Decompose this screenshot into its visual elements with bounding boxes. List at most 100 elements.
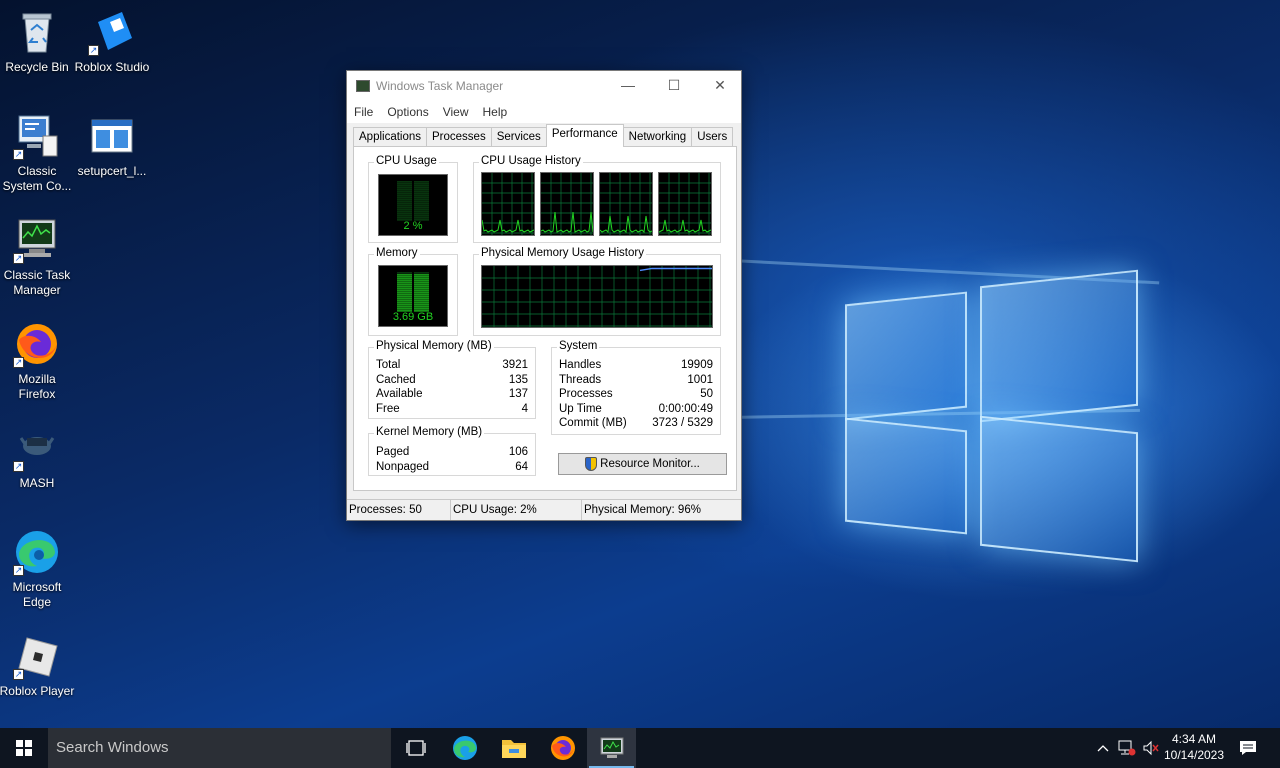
taskbar-edge-button[interactable] (440, 728, 489, 768)
performance-panel: CPU Usage 2 % CPU Usage History Memory 3… (353, 146, 737, 491)
meter-segment (397, 197, 412, 199)
stat-label: Processes (559, 388, 613, 400)
clock-date: 10/14/2023 (1163, 748, 1225, 762)
meter-segment (397, 306, 412, 308)
meter-segment (414, 292, 429, 294)
desktop-icon-firefox[interactable]: ↗ Mozilla Firefox (0, 320, 75, 402)
memory-value: 3.69 GB (392, 311, 434, 323)
stat-row-paged: Paged 106 (376, 445, 528, 460)
tab-applications[interactable]: Applications (353, 127, 428, 147)
start-button[interactable] (0, 728, 48, 768)
meter-segment (397, 207, 412, 209)
meter-segment (414, 296, 429, 298)
task-view-icon (405, 740, 426, 756)
tab-users[interactable]: Users (691, 127, 734, 147)
meter-segment (414, 211, 429, 213)
action-center-button[interactable] (1236, 728, 1260, 768)
meter-segment (414, 284, 429, 286)
task-view-button[interactable] (391, 728, 440, 768)
meter-segment (397, 300, 412, 302)
desktop-icon-label: MASH (19, 476, 55, 490)
meter-segment (397, 286, 412, 288)
menu-view[interactable]: View (443, 105, 469, 119)
taskbar: Search Windows 4:34 AM 10/14/2023 (0, 728, 1280, 768)
meter-segment (397, 294, 412, 296)
stat-value: 64 (515, 460, 528, 473)
mash-icon: ↗ (13, 424, 61, 472)
menu-options[interactable]: Options (387, 105, 428, 119)
meter-segment (414, 195, 429, 197)
meter-segment (397, 187, 412, 189)
close-button[interactable]: ✕ (697, 71, 743, 101)
desktop-icon-label: Mozilla Firefox (18, 372, 56, 401)
search-box[interactable]: Search Windows (48, 728, 391, 768)
cpu-history-graph-core-1 (481, 172, 535, 236)
desktop-icon-label: Roblox Studio (74, 60, 150, 74)
network-button[interactable] (1115, 728, 1139, 768)
desktop-icon-classic-system-control[interactable]: ↗ Classic System Co... (0, 112, 75, 194)
desktop-icon-edge[interactable]: ↗ Microsoft Edge (0, 528, 75, 610)
stat-row-uptime: Up Time 0:00:00:49 (559, 402, 713, 417)
desktop-icon-classic-task-manager[interactable]: ↗ Classic Task Manager (0, 216, 75, 298)
meter-segment (397, 211, 412, 213)
meter-segment (397, 213, 412, 215)
cpu-history-line (481, 219, 535, 233)
memory-history-group: Physical Memory Usage History (473, 247, 721, 336)
meter-segment (397, 302, 412, 304)
stat-label: Handles (559, 359, 602, 371)
taskbar-file-explorer-button[interactable] (489, 728, 538, 768)
meter-segment (397, 274, 412, 276)
stat-label: Up Time (559, 402, 602, 415)
cpu-history-graph-core-2 (540, 172, 594, 236)
notifications-icon (1240, 741, 1256, 755)
status-bar: Processes: 50 CPU Usage: 2% Physical Mem… (347, 499, 741, 520)
meter-segment (397, 288, 412, 290)
minimize-button[interactable]: — (605, 71, 651, 101)
maximize-button[interactable]: ☐ (651, 71, 697, 101)
tab-networking[interactable]: Networking (622, 127, 693, 147)
menu-help[interactable]: Help (483, 105, 508, 119)
cpu-history-group: CPU Usage History (473, 155, 721, 243)
desktop-icon-setupcert[interactable]: setupcert_l... (74, 112, 150, 179)
status-memory: Physical Memory: 96% (584, 504, 701, 516)
recycle-bin-icon (13, 8, 61, 56)
desktop-icon-recycle-bin[interactable]: Recycle Bin (0, 8, 75, 75)
meter-segment (397, 298, 412, 300)
resource-monitor-button[interactable]: Resource Monitor... (558, 453, 727, 475)
meter-segment (397, 203, 412, 205)
tab-processes[interactable]: Processes (426, 127, 492, 147)
meter-segment (397, 189, 412, 191)
task-manager-window[interactable]: Windows Task Manager — ☐ ✕ File Options … (346, 70, 742, 521)
meter-segment (397, 276, 412, 278)
meter-segment (397, 209, 412, 211)
kernel-memory-stats: Paged 106 Nonpaged 64 (376, 445, 528, 474)
meter-segment (397, 183, 412, 185)
taskbar-firefox-button[interactable] (538, 728, 587, 768)
meter-segment (414, 193, 429, 195)
menu-file[interactable]: File (354, 105, 373, 119)
tab-services[interactable]: Services (490, 127, 547, 147)
taskbar-task-manager-button[interactable] (587, 728, 636, 768)
roblox-player-icon: ↗ (13, 632, 61, 680)
stat-label: Paged (376, 446, 410, 458)
task-manager-icon (356, 80, 370, 92)
status-processes: Processes: 50 (347, 500, 451, 520)
meter-segment (397, 205, 412, 207)
desktop-icon-mash[interactable]: ↗ MASH (0, 424, 75, 491)
stat-label: Total (376, 359, 401, 371)
meter-segment (397, 290, 412, 292)
shortcut-arrow-icon: ↗ (13, 357, 24, 368)
show-hidden-icons-button[interactable] (1092, 728, 1114, 768)
desktop-icon-roblox-player[interactable]: ↗ Roblox Player (0, 632, 75, 699)
title-bar[interactable]: Windows Task Manager — ☐ ✕ (347, 71, 741, 101)
meter-segment (414, 282, 429, 284)
desktop-icon-label: Classic Task Manager (3, 268, 71, 297)
meter-segment (397, 278, 412, 280)
stat-value: 137 (508, 388, 528, 400)
stat-row-total: Total 3921 (376, 358, 528, 373)
tab-performance[interactable]: Performance (545, 124, 624, 147)
clock[interactable]: 4:34 AM 10/14/2023 (1160, 731, 1228, 763)
system-title: System (557, 340, 600, 352)
meter-segment (397, 193, 412, 195)
desktop-icon-roblox-studio[interactable]: ↗ Roblox Studio (74, 8, 150, 75)
